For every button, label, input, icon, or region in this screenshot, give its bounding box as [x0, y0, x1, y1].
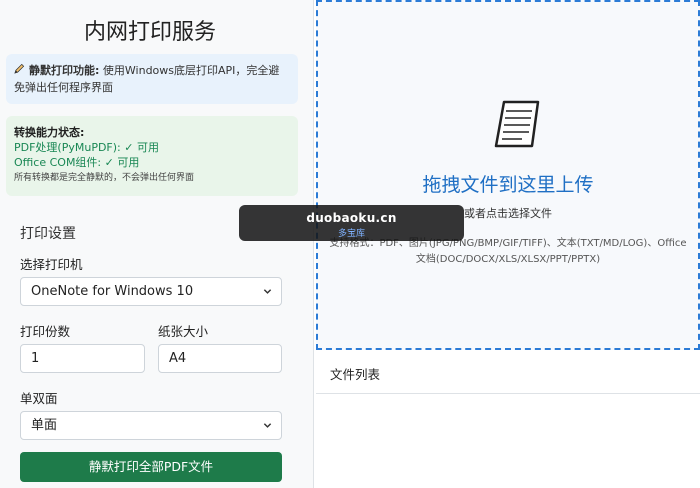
drop-zone-title: 拖拽文件到这里上传: [422, 174, 594, 196]
page-title: 内网打印服务: [83, 20, 216, 45]
chevron-down-icon: [263, 423, 272, 428]
print-settings-title: 打印设置: [20, 226, 76, 242]
status-note: 所有转换都是完全静默的，不会弹出任何界面: [14, 173, 195, 183]
status-pdf: PDF处理(PyMuPDF): ✓ 可用: [14, 141, 159, 154]
watermark-subtext: 多宝库: [337, 229, 365, 239]
status-title: 转换能力状态:: [14, 126, 85, 139]
sidebar: 内网打印服务 静默打印功能: 使用Windows底层打印API，完全避免弹出任何…: [0, 0, 314, 488]
duplex-label: 单双面: [20, 391, 58, 406]
copies-input[interactable]: 1: [20, 344, 145, 373]
printer-select[interactable]: OneNote for Windows 10: [20, 277, 282, 306]
printer-select-value: OneNote for Windows 10: [31, 284, 194, 299]
duplex-select[interactable]: 单面: [20, 411, 282, 440]
chevron-down-icon: [263, 289, 272, 294]
pencil-icon: [14, 62, 26, 79]
printer-label: 选择打印机: [20, 257, 83, 272]
document-icon: [494, 100, 540, 148]
watermark-text: duobaoku.cn: [306, 211, 397, 225]
paper-size-input[interactable]: A4: [158, 344, 282, 373]
file-list-header: 文件列表: [316, 352, 700, 394]
status-office: Office COM组件: ✓ 可用: [14, 156, 140, 169]
silent-print-info-box: 静默打印功能: 使用Windows底层打印API，完全避免弹出任何程序界面: [6, 54, 298, 104]
info-label: 静默打印功能:: [29, 64, 100, 77]
paper-size-label: 纸张大小: [158, 324, 209, 339]
duplex-select-value: 单面: [31, 418, 58, 433]
silent-print-all-button[interactable]: 静默打印全部PDF文件: [20, 452, 282, 482]
copies-label: 打印份数: [20, 324, 71, 339]
conversion-status-box: 转换能力状态: PDF处理(PyMuPDF): ✓ 可用 Office COM组…: [6, 116, 298, 196]
watermark-overlay: duobaoku.cn 多宝库: [239, 205, 464, 241]
file-drop-zone[interactable]: 拖拽文件到这里上传 或者点击选择文件 支持格式：PDF、图片(JPG/PNG/B…: [316, 0, 700, 350]
